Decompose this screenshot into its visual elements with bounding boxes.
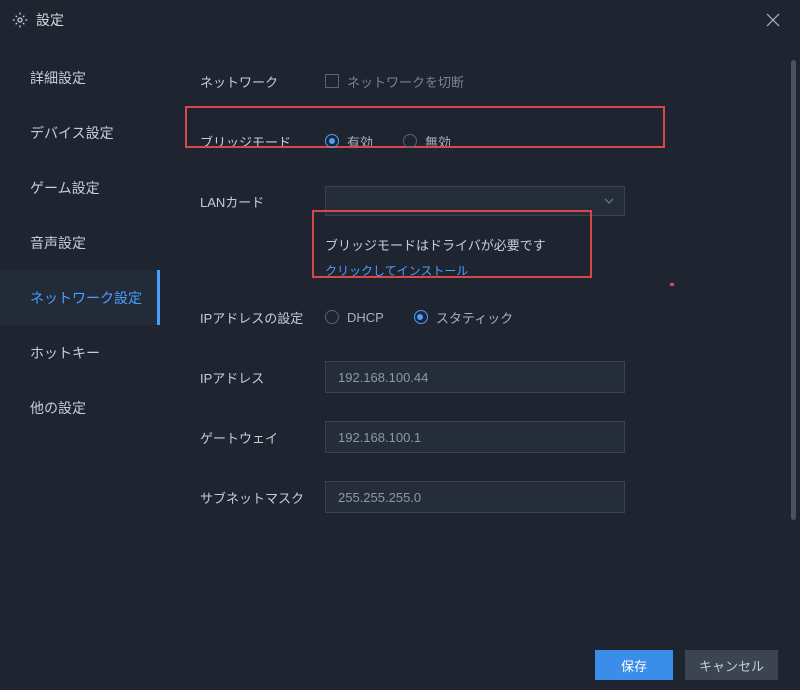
bridge-enabled-radio[interactable]: 有効	[325, 132, 373, 151]
gear-icon	[12, 12, 28, 28]
radio-icon	[325, 310, 339, 324]
chevron-down-icon	[604, 195, 614, 207]
footer: 保存 キャンセル	[0, 640, 800, 690]
cancel-button[interactable]: キャンセル	[685, 650, 778, 680]
close-button[interactable]	[758, 5, 788, 35]
checkbox-icon	[325, 74, 339, 88]
bridge-disabled-radio[interactable]: 無効	[403, 132, 451, 151]
driver-notice: ブリッジモードはドライバが必要です	[325, 235, 770, 254]
gateway-input[interactable]	[325, 421, 625, 453]
highlight-annotation	[670, 283, 674, 286]
ip-address-input[interactable]	[325, 361, 625, 393]
sidebar-item-other[interactable]: 他の設定	[0, 380, 160, 435]
sidebar: 詳細設定 デバイス設定 ゲーム設定 音声設定 ネットワーク設定 ホットキー 他の…	[0, 40, 160, 640]
main-panel: ネットワーク ネットワークを切断 ブリッジモード 有効 無効 LANカード	[160, 40, 800, 640]
disconnect-label: ネットワークを切断	[347, 72, 464, 91]
ip-settings-label: IPアドレスの設定	[200, 308, 325, 327]
ip-static-radio[interactable]: スタティック	[414, 308, 513, 327]
ip-address-label: IPアドレス	[200, 368, 325, 387]
subnet-label: サブネットマスク	[200, 488, 325, 507]
driver-install-link[interactable]: クリックしてインストール	[325, 264, 468, 278]
sidebar-item-audio[interactable]: 音声設定	[0, 215, 160, 270]
window-title: 設定	[36, 10, 64, 30]
sidebar-item-device[interactable]: デバイス設定	[0, 105, 160, 160]
lan-label: LANカード	[200, 192, 325, 211]
disconnect-checkbox-wrap[interactable]: ネットワークを切断	[325, 72, 464, 91]
titlebar: 設定	[0, 0, 800, 40]
scrollbar[interactable]	[791, 60, 796, 520]
lan-card-select[interactable]	[325, 186, 625, 216]
radio-icon	[403, 134, 417, 148]
ip-dhcp-radio[interactable]: DHCP	[325, 308, 384, 327]
sidebar-item-game[interactable]: ゲーム設定	[0, 160, 160, 215]
save-button[interactable]: 保存	[595, 650, 673, 680]
close-icon	[766, 13, 780, 27]
sidebar-item-network[interactable]: ネットワーク設定	[0, 270, 160, 325]
radio-icon	[414, 310, 428, 324]
sidebar-item-hotkey[interactable]: ホットキー	[0, 325, 160, 380]
radio-icon	[325, 134, 339, 148]
gateway-label: ゲートウェイ	[200, 428, 325, 447]
bridge-label: ブリッジモード	[200, 132, 325, 151]
subnet-input[interactable]	[325, 481, 625, 513]
network-label: ネットワーク	[200, 72, 325, 91]
sidebar-item-advanced[interactable]: 詳細設定	[0, 50, 160, 105]
